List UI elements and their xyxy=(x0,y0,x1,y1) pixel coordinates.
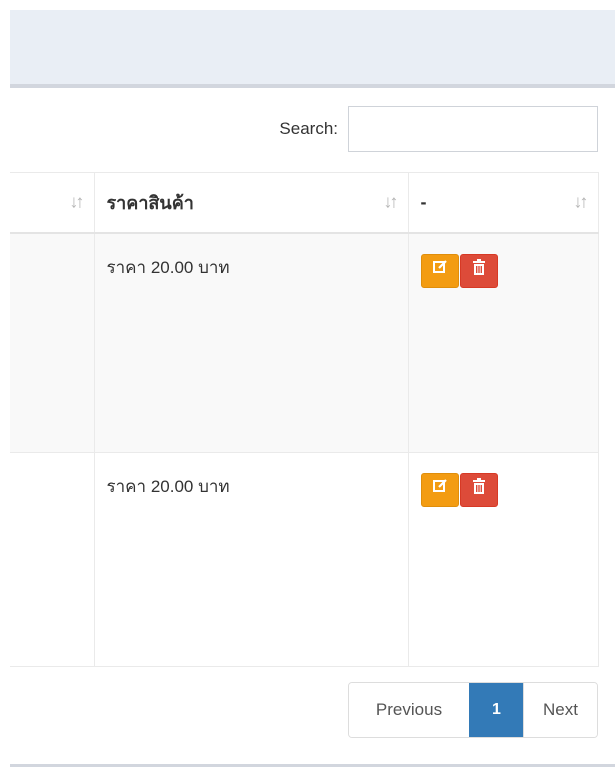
pagination: Previous 1 Next xyxy=(348,682,598,738)
box-header-border xyxy=(10,84,615,88)
table-row: ราคา 20.00 บาท xyxy=(10,452,599,667)
column-header-price-label: ราคาสินค้า xyxy=(106,192,194,213)
search-label: Search: xyxy=(279,119,338,138)
column-header-actions[interactable]: - ↓↑ xyxy=(407,172,599,234)
table-cell-actions xyxy=(407,452,599,667)
table-cell-hidden xyxy=(10,232,95,453)
pagination-next[interactable]: Next xyxy=(523,683,597,737)
products-table: ↓↑ ราคาสินค้า ↓↑ - ↓↑ ราคา 20.00 บาท ราค… xyxy=(10,172,599,667)
column-header-price[interactable]: ราคาสินค้า ↓↑ xyxy=(93,172,409,234)
sort-both-icon: ↓↑ xyxy=(383,191,399,212)
table-row: ราคา 20.00 บาท xyxy=(10,232,599,453)
table-cell-price: ราคา 20.00 บาท xyxy=(93,232,409,453)
table-cell-price: ราคา 20.00 บาท xyxy=(93,452,409,667)
edit-button[interactable] xyxy=(420,253,459,288)
edit-icon xyxy=(432,479,447,492)
box-header xyxy=(10,10,615,84)
sort-both-icon: ↓↑ xyxy=(69,191,85,212)
edit-icon xyxy=(432,259,447,273)
delete-button[interactable] xyxy=(459,473,498,507)
column-header-actions-label: - xyxy=(420,191,427,212)
table-cell-hidden xyxy=(10,452,95,667)
table-cell-actions xyxy=(407,232,599,453)
pagination-page-1[interactable]: 1 xyxy=(469,683,523,737)
box-footer-border xyxy=(10,764,615,767)
delete-button[interactable] xyxy=(459,253,498,288)
edit-button[interactable] xyxy=(420,473,459,507)
pagination-previous[interactable]: Previous xyxy=(349,683,469,737)
table-header-row: ↓↑ ราคาสินค้า ↓↑ - ↓↑ xyxy=(10,172,599,234)
trash-icon xyxy=(472,258,485,275)
column-header-hidden[interactable]: ↓↑ xyxy=(10,172,95,234)
search-input[interactable] xyxy=(348,106,598,152)
sort-both-icon: ↓↑ xyxy=(573,191,589,212)
trash-icon xyxy=(472,478,485,494)
search-area: Search: xyxy=(279,104,598,154)
